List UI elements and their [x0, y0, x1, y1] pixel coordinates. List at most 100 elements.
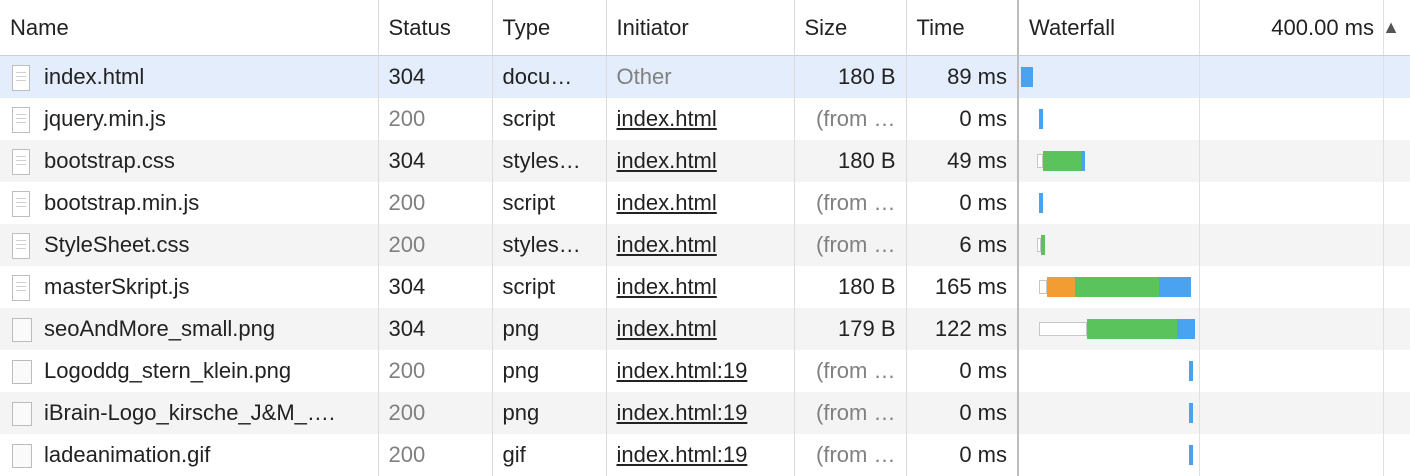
cell-type: styles…	[492, 140, 606, 182]
initiator-link[interactable]: index.html	[617, 274, 717, 299]
cell-name[interactable]: bootstrap.css	[0, 140, 378, 182]
table-row[interactable]: StyleSheet.css200styles…index.html(from …	[0, 224, 1410, 266]
cell-initiator: index.html	[606, 140, 794, 182]
request-name: masterSkript.js	[44, 275, 189, 300]
initiator-link[interactable]: index.html	[617, 316, 717, 341]
column-header-time[interactable]: Time	[906, 0, 1018, 56]
request-name: seoAndMore_small.png	[44, 317, 275, 342]
waterfall-bar	[1189, 403, 1193, 423]
waterfall-grid-line	[1383, 350, 1384, 392]
request-name: StyleSheet.css	[44, 233, 190, 258]
sort-ascending-icon[interactable]: ▲	[1382, 0, 1400, 55]
waterfall-bar	[1075, 277, 1159, 297]
request-name: Logoddg_stern_klein.png	[44, 359, 291, 384]
file-document-icon	[12, 107, 30, 133]
initiator-link[interactable]: index.html:19	[617, 400, 748, 425]
initiator-link[interactable]: index.html	[617, 148, 717, 173]
initiator-link[interactable]: index.html	[617, 232, 717, 257]
request-name: index.html	[44, 65, 144, 90]
cell-time: 0 ms	[906, 182, 1018, 224]
cell-waterfall[interactable]	[1018, 266, 1410, 308]
cell-name[interactable]: index.html	[0, 56, 378, 99]
waterfall-grid-line	[1199, 182, 1200, 224]
column-header-name[interactable]: Name	[0, 0, 378, 56]
cell-name[interactable]: jquery.min.js	[0, 98, 378, 140]
table-row[interactable]: jquery.min.js200scriptindex.html(from …0…	[0, 98, 1410, 140]
cell-type: png	[492, 350, 606, 392]
table-row[interactable]: iBrain-Logo_kirsche_J&M_….200pngindex.ht…	[0, 392, 1410, 434]
initiator-link[interactable]: index.html:19	[617, 358, 748, 383]
cell-name[interactable]: StyleSheet.css	[0, 224, 378, 266]
cell-size: 180 B	[794, 140, 906, 182]
file-document-icon	[12, 65, 30, 91]
cell-name[interactable]: Logoddg_stern_klein.png	[0, 350, 378, 392]
cell-size: (from …	[794, 224, 906, 266]
cell-waterfall[interactable]	[1018, 434, 1410, 476]
cell-name[interactable]: iBrain-Logo_kirsche_J&M_….	[0, 392, 378, 434]
column-header-waterfall[interactable]: Waterfall 400.00 ms ▲	[1018, 0, 1410, 56]
cell-size: (from …	[794, 392, 906, 434]
file-document-icon	[12, 275, 30, 301]
cell-type: script	[492, 182, 606, 224]
waterfall-bar	[1039, 280, 1047, 294]
cell-time: 122 ms	[906, 308, 1018, 350]
waterfall-bar	[1041, 235, 1045, 255]
table-row[interactable]: index.html304docu…Other180 B89 ms	[0, 56, 1410, 99]
waterfall-grid-line	[1383, 224, 1384, 266]
initiator-link[interactable]: index.html:19	[617, 442, 748, 467]
cell-name[interactable]: ladeanimation.gif	[0, 434, 378, 476]
image-file-icon	[12, 318, 32, 342]
cell-status: 200	[378, 224, 492, 266]
waterfall-bar	[1047, 277, 1075, 297]
cell-size: 180 B	[794, 266, 906, 308]
image-file-icon	[12, 402, 32, 426]
cell-time: 6 ms	[906, 224, 1018, 266]
cell-time: 165 ms	[906, 266, 1018, 308]
cell-waterfall[interactable]	[1018, 98, 1410, 140]
cell-name[interactable]: seoAndMore_small.png	[0, 308, 378, 350]
table-row[interactable]: bootstrap.min.js200script index.html (from…	[0, 182, 1410, 224]
cell-initiator: index.html	[606, 98, 794, 140]
cell-status: 200	[378, 182, 492, 224]
cell-waterfall[interactable]	[1018, 224, 1410, 266]
cell-size: (from …	[794, 182, 906, 224]
table-row[interactable]: masterSkript.js304scriptindex.html180 B1…	[0, 266, 1410, 308]
cell-waterfall[interactable]	[1018, 182, 1410, 224]
cell-status: 200	[378, 350, 492, 392]
initiator-link[interactable]: index.html	[617, 106, 717, 131]
waterfall-bar	[1039, 322, 1087, 336]
column-header-size[interactable]: Size	[794, 0, 906, 56]
cell-initiator: index.html:19	[606, 392, 794, 434]
cell-type: docu…	[492, 56, 606, 99]
cell-type: png	[492, 392, 606, 434]
cell-initiator: index.html	[606, 182, 794, 224]
column-header-type[interactable]: Type	[492, 0, 606, 56]
waterfall-grid-line	[1199, 392, 1200, 434]
table-row[interactable]: bootstrap.css304styles…index.html180 B49…	[0, 140, 1410, 182]
cell-initiator: index.html	[606, 308, 794, 350]
waterfall-bar	[1189, 445, 1193, 465]
cell-name[interactable]: bootstrap.min.js	[0, 182, 378, 224]
table-row[interactable]: Logoddg_stern_klein.png 200png index.html:…	[0, 350, 1410, 392]
column-header-status[interactable]: Status	[378, 0, 492, 56]
column-header-initiator[interactable]: Initiator	[606, 0, 794, 56]
cell-initiator: index.html	[606, 266, 794, 308]
cell-waterfall[interactable]	[1018, 56, 1410, 99]
cell-waterfall[interactable]	[1018, 350, 1410, 392]
cell-time: 49 ms	[906, 140, 1018, 182]
cell-type: png	[492, 308, 606, 350]
cell-waterfall[interactable]	[1018, 392, 1410, 434]
cell-size: (from …	[794, 434, 906, 476]
cell-waterfall[interactable]	[1018, 140, 1410, 182]
waterfall-bar	[1039, 109, 1043, 129]
cell-waterfall[interactable]	[1018, 308, 1410, 350]
initiator-link[interactable]: index.html	[617, 190, 717, 215]
table-row[interactable]: seoAndMore_small.png304pngindex.html179 …	[0, 308, 1410, 350]
cell-name[interactable]: masterSkript.js	[0, 266, 378, 308]
cell-size: 180 B	[794, 56, 906, 99]
cell-status: 304	[378, 266, 492, 308]
table-row[interactable]: ladeanimation.gif200gifindex.html:19(fro…	[0, 434, 1410, 476]
cell-time: 89 ms	[906, 56, 1018, 99]
cell-initiator: index.html:19	[606, 350, 794, 392]
waterfall-bar	[1039, 193, 1043, 213]
